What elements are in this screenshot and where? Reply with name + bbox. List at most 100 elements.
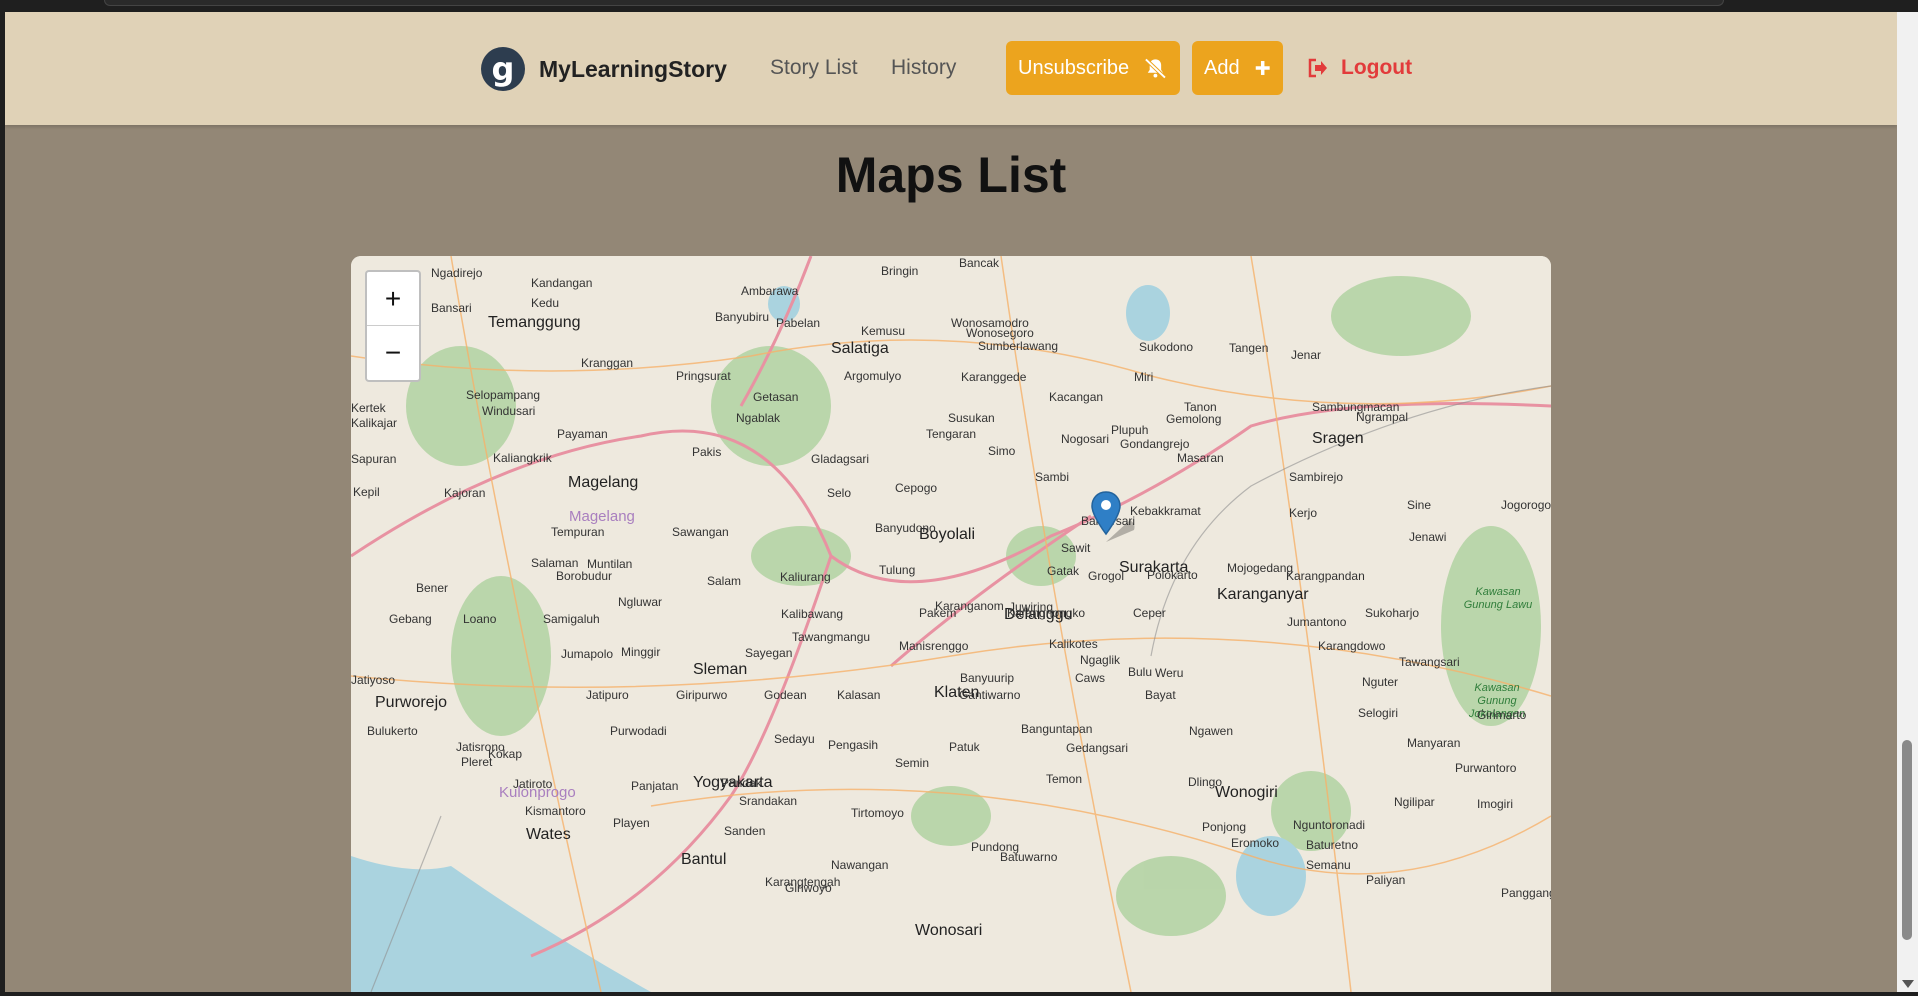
town-label: Dlingo: [1188, 775, 1223, 789]
town-label: Bulukerto: [367, 724, 418, 738]
town-label: Gladagsari: [811, 452, 870, 466]
town-label: Ceper: [1133, 606, 1166, 620]
add-button[interactable]: Add: [1192, 41, 1283, 95]
city-label: Magelang: [568, 474, 639, 491]
nav-story-list[interactable]: Story List: [770, 56, 858, 80]
town-label: Gemolong: [1166, 412, 1222, 426]
city-label: Temanggung: [488, 314, 581, 331]
town-label: Loano: [463, 612, 497, 626]
town-label: Banyubiru: [715, 310, 770, 324]
town-label: Girimarto: [1477, 708, 1527, 722]
town-label: Kepil: [353, 485, 380, 499]
town-label: Sawit: [1061, 541, 1091, 555]
logout-link[interactable]: Logout: [1307, 56, 1412, 80]
town-label: Bansari: [431, 301, 472, 315]
town-label: Tangen: [1229, 341, 1269, 355]
town-label: Nogosari: [1061, 432, 1110, 446]
town-label: Karangdowo: [1318, 639, 1386, 653]
town-label: Banyuurip: [960, 671, 1015, 685]
scroll-down-arrow[interactable]: [1902, 980, 1914, 988]
town-label: Purwodadi: [610, 724, 667, 738]
town-label: Panjatan: [631, 779, 679, 793]
map-marker-icon[interactable]: [1090, 490, 1140, 542]
logo-icon: g: [481, 47, 525, 91]
town-label: Manyaran: [1407, 736, 1461, 750]
town-label: Pandak: [721, 776, 762, 790]
map-container[interactable]: Temanggung Magelang Salatiga Boyolali Su…: [351, 256, 1551, 992]
town-label: Kaliangkrik: [493, 451, 552, 465]
address-bar[interactable]: [104, 0, 1724, 6]
town-label: Tawangmangu: [792, 630, 871, 644]
town-label: Simo: [988, 444, 1016, 458]
town-label: Masaran: [1177, 451, 1224, 465]
town-label: Karangnongko: [1007, 606, 1086, 620]
city-label: Sragen: [1312, 430, 1364, 447]
town-label: Samigaluh: [543, 612, 600, 626]
town-label: Kajoran: [444, 486, 486, 500]
town-label: Cepogo: [895, 481, 938, 495]
town-label: Nguntoronadi: [1293, 818, 1366, 832]
area-label: Magelang: [569, 508, 635, 525]
town-label: Karangpandan: [1286, 569, 1365, 583]
unsubscribe-button[interactable]: Unsubscribe: [1006, 41, 1180, 95]
town-label: Sanden: [724, 824, 766, 838]
brand[interactable]: g MyLearningStory: [481, 47, 727, 91]
zoom-control: + −: [365, 270, 421, 382]
page-viewport: g MyLearningStory Story List History Uns…: [5, 12, 1897, 992]
town-label: Gedangsari: [1066, 741, 1129, 755]
town-label: Manisrenggo: [899, 639, 969, 653]
scrollbar[interactable]: [1897, 12, 1918, 992]
town-label: Kertek: [351, 401, 386, 415]
town-label: Nguter: [1362, 675, 1399, 689]
town-label: Patuk: [949, 740, 980, 754]
town-label: Srandakan: [739, 794, 798, 808]
town-label: Pengasih: [828, 738, 879, 752]
town-label: Caws: [1075, 671, 1106, 685]
town-label: Getasan: [753, 390, 799, 404]
add-label: Add: [1204, 56, 1240, 79]
town-label: Tempuran: [551, 525, 605, 539]
town-label: Gatak: [1047, 564, 1080, 578]
town-label: Temon: [1046, 772, 1083, 786]
town-label: Giripurwo: [676, 688, 728, 702]
bell-slash-icon: [1144, 58, 1167, 79]
brand-name: MyLearningStory: [539, 55, 727, 82]
town-label: Sedayu: [774, 732, 815, 746]
town-label: Pleret: [461, 755, 493, 769]
town-label: Ngrampal: [1356, 410, 1409, 424]
town-label: Tawangsari: [1399, 655, 1460, 669]
zoom-in-button[interactable]: +: [367, 272, 419, 326]
town-label: Pabelan: [776, 316, 821, 330]
town-label: Salaman: [531, 556, 579, 570]
town-label: Pakem: [919, 606, 957, 620]
city-label: Purworejo: [375, 694, 448, 711]
scrollbar-thumb[interactable]: [1902, 740, 1912, 940]
town-label: Sine: [1407, 498, 1432, 512]
town-label: Jatiroto: [513, 777, 553, 791]
zoom-out-button[interactable]: −: [367, 326, 419, 380]
town-label: Miri: [1134, 370, 1154, 384]
town-label: Ngluwar: [618, 595, 663, 609]
town-label: Windusari: [482, 404, 536, 418]
town-label: Bayat: [1145, 688, 1176, 702]
town-label: Godean: [764, 688, 807, 702]
town-label: Karanggede: [961, 370, 1027, 384]
town-label: Sawangan: [672, 525, 729, 539]
town-label: Gantiwarno: [959, 688, 1021, 702]
town-label: Polokarto: [1147, 568, 1198, 582]
town-label: Weru: [1155, 666, 1184, 680]
town-label: Selopampang: [466, 388, 541, 402]
town-label: Kranggan: [581, 356, 634, 370]
nav-history[interactable]: History: [891, 56, 956, 80]
town-label: Kalikajar: [351, 416, 398, 430]
town-label: Semin: [895, 756, 930, 770]
city-label: Bantul: [681, 851, 727, 868]
town-label: Tulung: [879, 563, 916, 577]
browser-top-strip: [0, 0, 1918, 12]
page-title: Maps List: [835, 147, 1067, 203]
town-label: Salam: [707, 574, 742, 588]
city-label: Sleman: [693, 661, 748, 678]
town-label: Pringsurat: [676, 369, 731, 383]
town-label: Banguntapan: [1021, 722, 1093, 736]
town-label: Borobudur: [556, 569, 613, 583]
